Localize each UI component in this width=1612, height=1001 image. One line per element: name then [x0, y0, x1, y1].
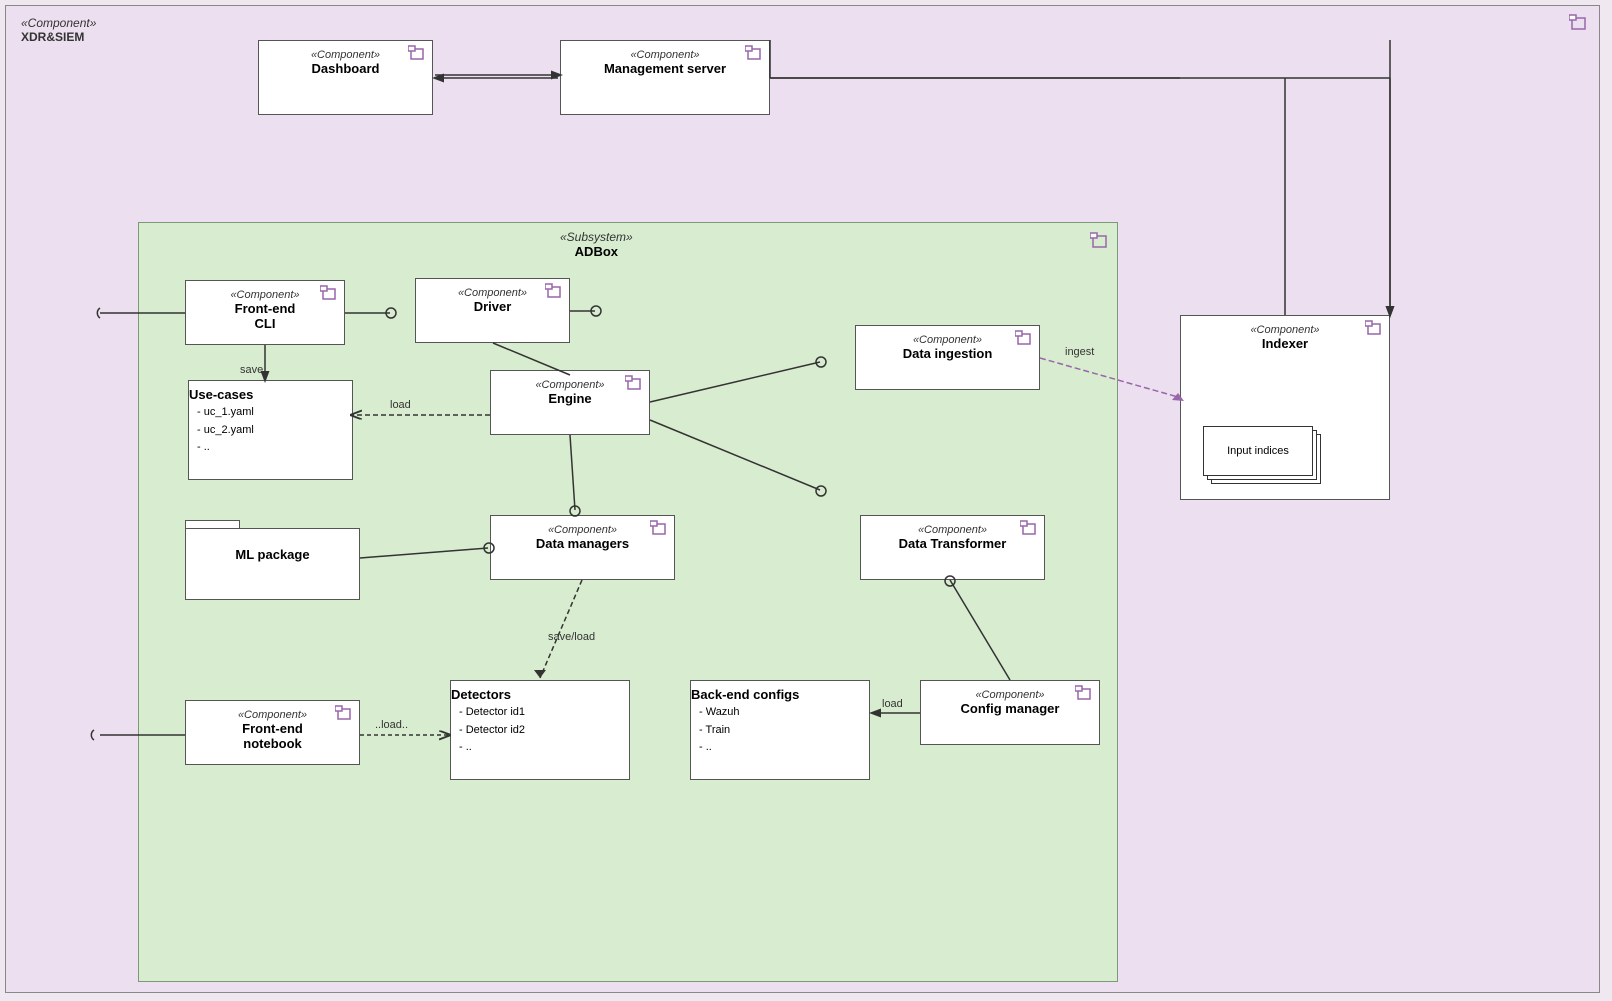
input-indices-label: Input indices — [1227, 445, 1289, 457]
mgmt-name: Management server — [561, 61, 769, 76]
backend-item-2: - Train — [699, 722, 869, 740]
dashboard-name: Dashboard — [259, 61, 432, 76]
ml-package-name: ML package — [186, 547, 359, 562]
ingestion-name: Data ingestion — [856, 346, 1039, 361]
detector-item-3: - .. — [459, 739, 629, 757]
data-transformer-box: «Component» Data Transformer — [860, 515, 1045, 580]
backend-item-1: - Wazuh — [699, 704, 869, 722]
frontend-cli-box: «Component» Front-end CLI — [185, 280, 345, 345]
frontend-cli-icon — [320, 285, 338, 301]
outer-icon — [1569, 14, 1589, 34]
config-manager-name: Config manager — [921, 701, 1099, 716]
engine-icon — [625, 375, 643, 391]
engine-name: Engine — [491, 391, 649, 406]
outer-stereotype: «Component» — [21, 16, 96, 30]
backend-item-3: - .. — [699, 739, 869, 757]
engine-box: «Component» Engine — [490, 370, 650, 435]
backend-configs-list: - Wazuh - Train - .. — [691, 702, 869, 757]
config-manager-stereotype: «Component» — [921, 689, 1099, 701]
indexer-stereotype: «Component» — [1181, 324, 1389, 336]
dashboard-box: «Component» Dashboard — [258, 40, 433, 115]
adbox-name: ADBox — [560, 244, 633, 259]
use-cases-name: Use-cases — [189, 387, 352, 402]
use-cases-list: - uc_1.yaml - uc_2.yaml - .. — [189, 402, 352, 457]
data-transformer-stereotype: «Component» — [861, 524, 1044, 536]
notebook-stereotype: «Component» — [186, 709, 359, 721]
detector-item-2: - Detector id2 — [459, 722, 629, 740]
adbox-icon — [1090, 232, 1110, 250]
config-manager-icon — [1075, 685, 1093, 701]
cli-name: Front-end CLI — [186, 301, 344, 331]
data-transformer-icon — [1020, 520, 1038, 536]
driver-icon — [545, 283, 563, 299]
adbox-label: «Subsystem» ADBox — [560, 230, 633, 259]
ingestion-stereotype: «Component» — [856, 334, 1039, 346]
outer-name: XDR&SIEM — [21, 30, 96, 44]
dashboard-stereotype: «Component» — [259, 49, 432, 61]
indexer-icon — [1365, 320, 1383, 336]
notebook-icon — [335, 705, 353, 721]
data-managers-box: «Component» Data managers — [490, 515, 675, 580]
indexer-name: Indexer — [1181, 336, 1389, 351]
ml-package-wrapper: ML package — [185, 520, 360, 600]
data-managers-name: Data managers — [491, 536, 674, 551]
ml-package-box: ML package — [185, 528, 360, 600]
mgmt-server-box: «Component» Management server — [560, 40, 770, 115]
data-ingestion-box: «Component» Data ingestion — [855, 325, 1040, 390]
adbox-stereotype: «Subsystem» — [560, 230, 633, 244]
ingestion-icon — [1015, 330, 1033, 346]
detectors-box: Detectors - Detector id1 - Detector id2 … — [450, 680, 630, 780]
config-manager-box: «Component» Config manager — [920, 680, 1100, 745]
data-managers-icon — [650, 520, 668, 536]
use-cases-item-2: - uc_2.yaml — [197, 422, 352, 440]
diagram-container: «Component» XDR&SIEM «Subsystem» ADBox «… — [0, 0, 1612, 1001]
notebook-name: Front-end notebook — [186, 721, 359, 751]
use-cases-box: Use-cases - uc_1.yaml - uc_2.yaml - .. — [188, 380, 353, 480]
detectors-list: - Detector id1 - Detector id2 - .. — [451, 702, 629, 757]
frontend-notebook-box: «Component» Front-end notebook — [185, 700, 360, 765]
input-indices-area: Input indices — [1201, 424, 1341, 489]
use-cases-item-1: - uc_1.yaml — [197, 404, 352, 422]
data-managers-stereotype: «Component» — [491, 524, 674, 536]
backend-configs-box: Back-end configs - Wazuh - Train - .. — [690, 680, 870, 780]
detectors-name: Detectors — [451, 687, 629, 702]
indexer-box: «Component» Indexer Input indices — [1180, 315, 1390, 500]
backend-configs-name: Back-end configs — [691, 687, 869, 702]
detector-item-1: - Detector id1 — [459, 704, 629, 722]
use-cases-item-3: - .. — [197, 439, 352, 457]
dashboard-icon — [408, 45, 426, 61]
mgmt-stereotype: «Component» — [561, 49, 769, 61]
outer-label: «Component» XDR&SIEM — [21, 16, 96, 44]
driver-name: Driver — [416, 299, 569, 314]
data-transformer-name: Data Transformer — [861, 536, 1044, 551]
driver-box: «Component» Driver — [415, 278, 570, 343]
mgmt-icon — [745, 45, 763, 61]
